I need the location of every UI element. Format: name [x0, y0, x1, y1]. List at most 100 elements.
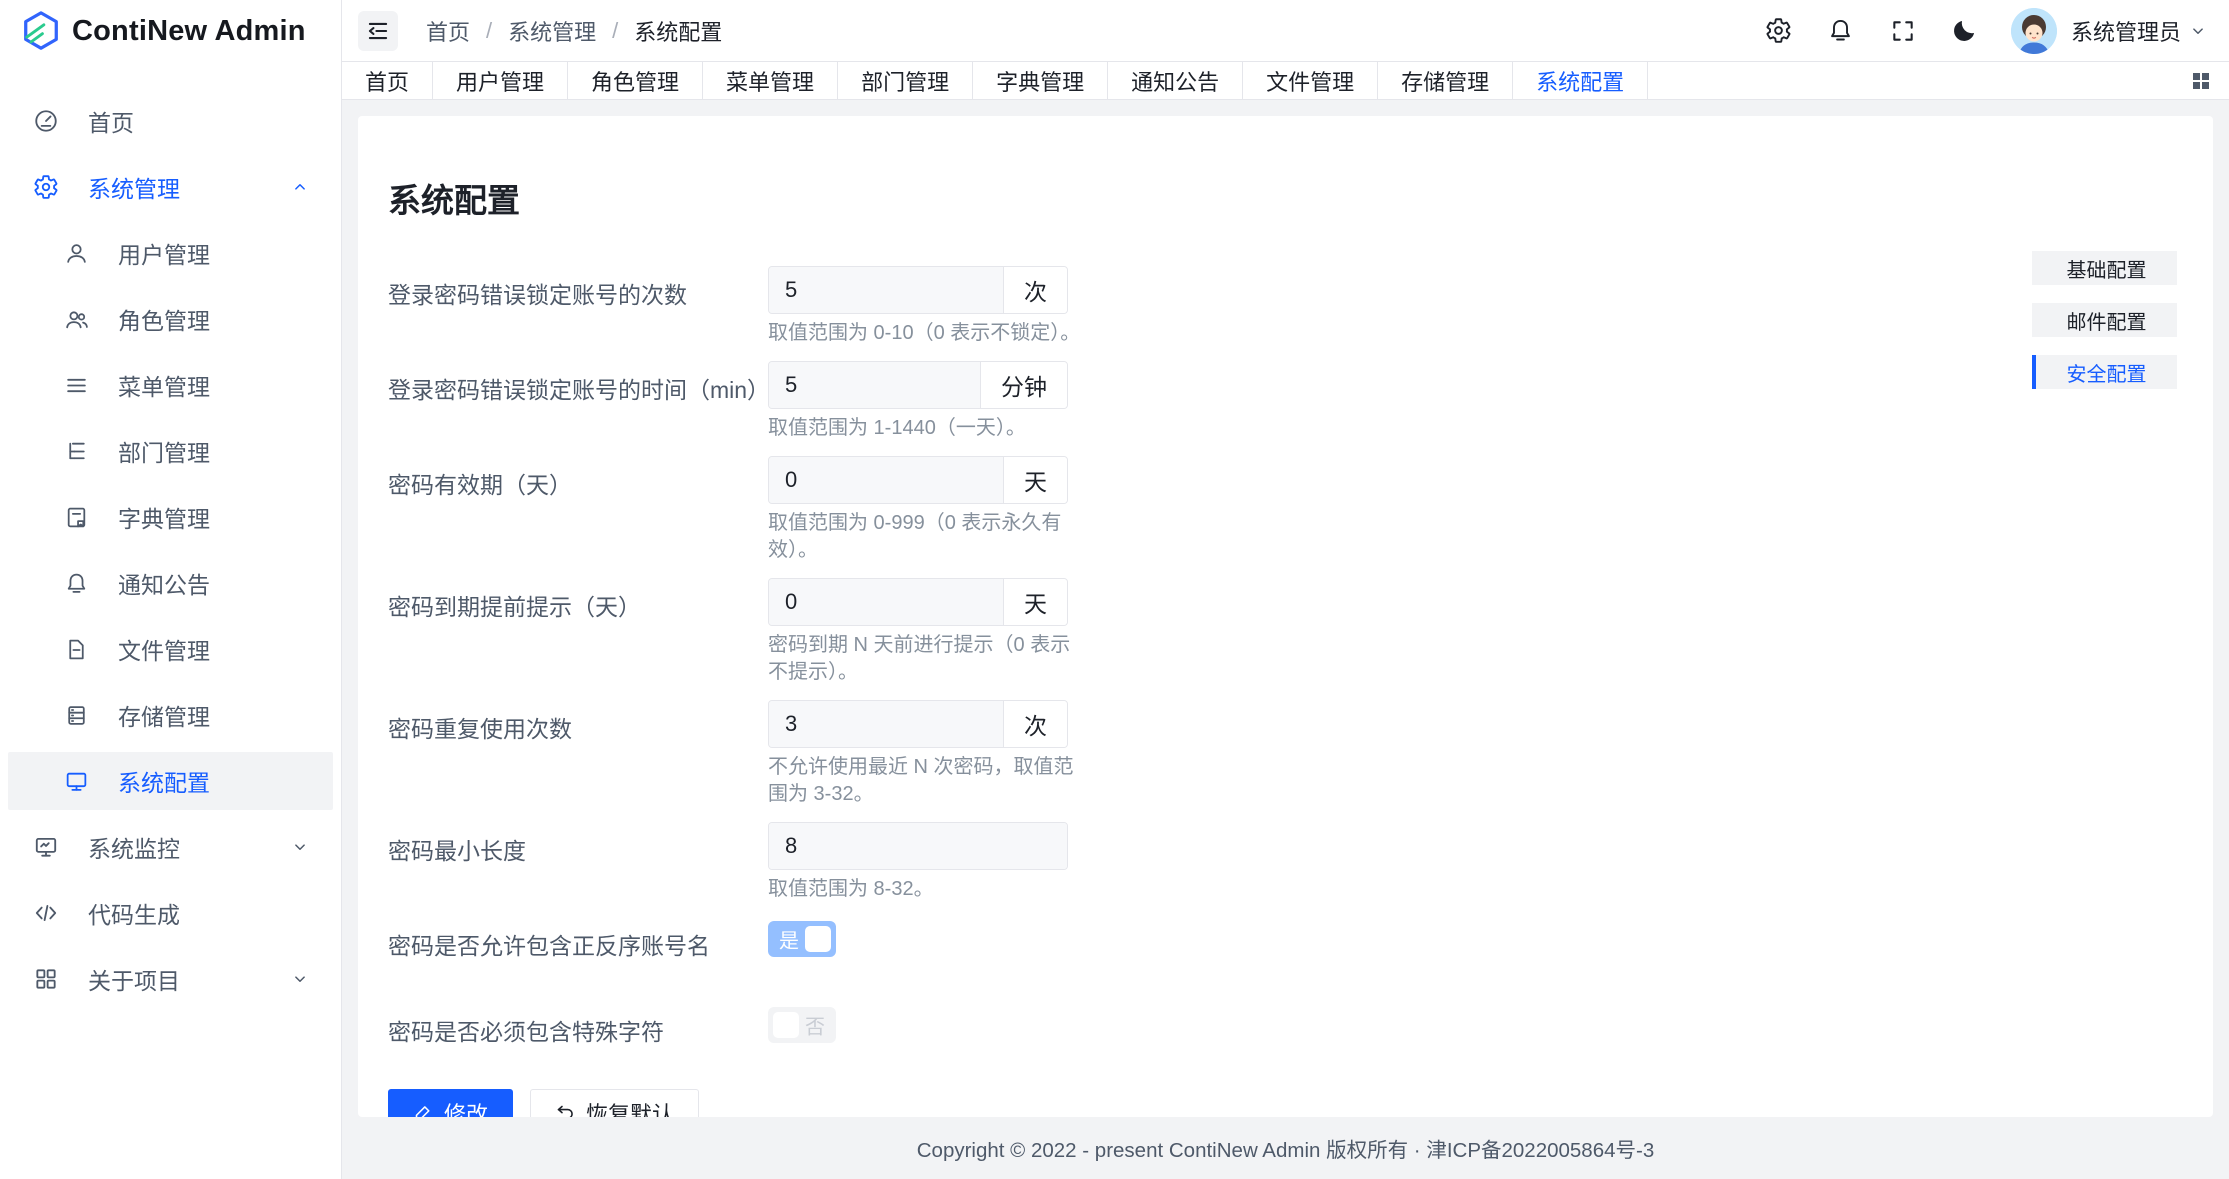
fullscreen-button[interactable] [1881, 9, 1925, 53]
notifications-button[interactable] [1819, 9, 1863, 53]
tab-storage-management[interactable]: 存储管理 [1378, 62, 1513, 99]
field-label: 密码是否允许包含正反序账号名 [388, 917, 768, 961]
copyright-text: Copyright © 2022 - present ContiNew Admi… [917, 1133, 1655, 1163]
lock-count-input-group: 次 [768, 266, 1068, 314]
unit-suffix: 天 [1003, 457, 1067, 503]
password-reuse-input[interactable] [769, 701, 1003, 747]
tab-dictionary-management[interactable]: 字典管理 [973, 62, 1108, 99]
sidebar-item-role-management[interactable]: 角色管理 [8, 290, 333, 348]
restore-default-button[interactable]: 恢复默认 [530, 1089, 699, 1117]
system-config-card: 系统配置 登录密码错误锁定账号的次数 次 取值范围为 0-10（0 表示不锁定）… [358, 116, 2213, 1117]
tab-home[interactable]: 首页 [342, 62, 433, 99]
sidebar-item-file-management[interactable]: 文件管理 [8, 620, 333, 678]
user-icon [63, 240, 89, 266]
anchor-mail-config[interactable]: 邮件配置 [2032, 303, 2177, 337]
section-anchor-nav: 基础配置 邮件配置 安全配置 [2032, 251, 2177, 407]
undo-icon [555, 1103, 576, 1118]
fullscreen-icon [1890, 18, 1916, 44]
storage-icon [63, 702, 89, 728]
chevron-up-icon [291, 178, 309, 196]
tabbar-spacer [1648, 62, 2173, 99]
tab-user-management[interactable]: 用户管理 [433, 62, 568, 99]
save-button[interactable]: 修改 [388, 1089, 513, 1117]
logo[interactable]: ContiNew Admin [0, 0, 341, 62]
menu-fold-icon [365, 18, 391, 44]
anchor-security-config[interactable]: 安全配置 [2032, 355, 2177, 389]
allow-account-name-switch[interactable]: 是 [768, 921, 836, 957]
sidebar: ContiNew Admin 首页 系统管理 [0, 0, 342, 1179]
form-row-lock-duration: 登录密码错误锁定账号的时间（min） 分钟 取值范围为 1-1440（一天）。 [388, 361, 2177, 442]
require-special-char-switch[interactable]: 否 [768, 1007, 836, 1043]
breadcrumb-system-management[interactable]: 系统管理 [508, 15, 596, 47]
chevron-down-icon[interactable] [2189, 22, 2207, 40]
password-expiration-input-group: 天 [768, 456, 1068, 504]
tab-list-button[interactable] [2173, 62, 2229, 99]
switch-on-label: 是 [779, 925, 799, 954]
dark-mode-button[interactable] [1943, 9, 1987, 53]
user-group-icon [63, 306, 89, 332]
min-length-input[interactable] [769, 823, 1067, 869]
field-label: 密码有效期（天） [388, 456, 768, 500]
password-expiration-input[interactable] [769, 457, 1003, 503]
field-label: 密码到期提前提示（天） [388, 578, 768, 622]
chevron-down-icon [291, 838, 309, 856]
sidebar-item-department-management[interactable]: 部门管理 [8, 422, 333, 480]
expiration-warning-input-group: 天 [768, 578, 1068, 626]
breadcrumb-current: 系统配置 [634, 15, 722, 47]
sidebar-item-dictionary-management[interactable]: 字典管理 [8, 488, 333, 546]
sidebar-item-about-project[interactable]: 关于项目 [8, 950, 333, 1008]
page-title: 系统配置 [388, 174, 2177, 222]
avatar[interactable] [2011, 8, 2057, 54]
form-row-lock-count: 登录密码错误锁定账号的次数 次 取值范围为 0-10（0 表示不锁定）。 [388, 266, 2177, 347]
chevron-down-icon [291, 970, 309, 988]
content-area: 系统配置 登录密码错误锁定账号的次数 次 取值范围为 0-10（0 表示不锁定）… [342, 100, 2229, 1179]
field-label: 密码是否必须包含特殊字符 [388, 1003, 768, 1047]
dark-mode-moon-icon [1951, 17, 1978, 44]
sidebar-item-code-generation[interactable]: 代码生成 [8, 884, 333, 942]
sidebar-item-user-management[interactable]: 用户管理 [8, 224, 333, 282]
field-hint: 取值范围为 0-999（0 表示永久有效）。 [768, 510, 1090, 564]
tab-system-config[interactable]: 系统配置 [1513, 62, 1648, 99]
page-tabbar: 首页 用户管理 角色管理 菜单管理 部门管理 字典管理 通知公告 文件管理 存储… [342, 62, 2229, 100]
tab-notice[interactable]: 通知公告 [1108, 62, 1243, 99]
sidebar-item-storage-management[interactable]: 存储管理 [8, 686, 333, 744]
unit-suffix: 分钟 [980, 362, 1067, 408]
switch-knob [773, 1012, 799, 1038]
tab-role-management[interactable]: 角色管理 [568, 62, 703, 99]
breadcrumb: 首页 / 系统管理 / 系统配置 [426, 15, 722, 47]
field-label: 密码重复使用次数 [388, 700, 768, 744]
apps-grid-icon [33, 966, 59, 992]
sidebar-item-home[interactable]: 首页 [8, 92, 333, 150]
notification-bell-icon [1827, 17, 1854, 44]
breadcrumb-separator: / [486, 18, 492, 44]
sidebar-item-system-management[interactable]: 系统管理 [8, 158, 333, 216]
sidebar-collapse-button[interactable] [358, 11, 398, 51]
tab-file-management[interactable]: 文件管理 [1243, 62, 1378, 99]
tab-menu-management[interactable]: 菜单管理 [703, 62, 838, 99]
unit-suffix: 次 [1003, 701, 1067, 747]
settings-button[interactable] [1757, 9, 1801, 53]
sidebar-item-system-config[interactable]: 系统配置 [8, 752, 333, 810]
topbar: 首页 / 系统管理 / 系统配置 [342, 0, 2229, 62]
field-label: 登录密码错误锁定账号的次数 [388, 266, 768, 310]
field-label: 登录密码错误锁定账号的时间（min） [388, 361, 768, 405]
app-root: ContiNew Admin 首页 系统管理 [0, 0, 2229, 1179]
sidebar-item-notice[interactable]: 通知公告 [8, 554, 333, 612]
tab-department-management[interactable]: 部门管理 [838, 62, 973, 99]
dashboard-icon [33, 108, 59, 134]
logo-hexagon-icon [20, 10, 62, 52]
sidebar-item-menu-management[interactable]: 菜单管理 [8, 356, 333, 414]
field-hint: 密码到期 N 天前进行提示（0 表示不提示）。 [768, 632, 1090, 686]
user-name[interactable]: 系统管理员 [2071, 15, 2181, 47]
dictionary-icon [63, 504, 89, 530]
lock-count-input[interactable] [769, 267, 1003, 313]
bell-icon [63, 570, 89, 596]
lock-duration-input[interactable] [769, 362, 980, 408]
form-row-password-expiration: 密码有效期（天） 天 取值范围为 0-999（0 表示永久有效）。 [388, 456, 2177, 564]
field-hint: 取值范围为 8-32。 [768, 876, 1090, 903]
expiration-warning-input[interactable] [769, 579, 1003, 625]
sidebar-item-system-monitor[interactable]: 系统监控 [8, 818, 333, 876]
breadcrumb-home[interactable]: 首页 [426, 15, 470, 47]
anchor-basic-config[interactable]: 基础配置 [2032, 251, 2177, 285]
edit-pencil-icon [413, 1103, 434, 1118]
